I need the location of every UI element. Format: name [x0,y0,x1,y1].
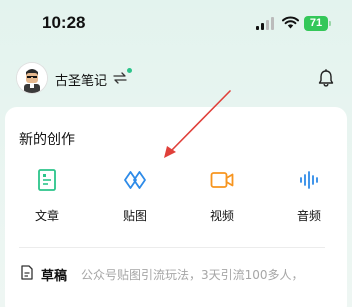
avatar-image [17,63,47,93]
wifi-icon [282,16,299,29]
battery-level: 71 [304,16,328,31]
create-video-button[interactable]: 视频 [192,165,252,225]
article-icon [38,169,56,191]
battery-cap [329,21,331,26]
bell-icon[interactable] [318,69,334,87]
online-status-dot [127,68,132,73]
username[interactable]: 古圣笔记 [55,70,107,89]
tool-label: 文章 [34,209,59,223]
status-bar: 10:28 71 [0,0,352,46]
create-image-post-button[interactable]: 贴图 [105,165,165,225]
draft-row[interactable]: 草稿 公众号贴图引流玩法，3天引流100多人， [19,262,349,286]
tool-label: 视频 [209,209,234,223]
battery-icon: 71 [304,16,332,31]
create-article-button[interactable]: 文章 [17,165,77,225]
draft-label: 草稿 [41,269,68,284]
status-time: 10:28 [42,13,86,32]
section-title: 新的创作 [19,132,75,148]
tool-label: 音频 [296,209,321,223]
audio-icon [300,171,318,189]
signal-icon [256,17,274,30]
draft-document-icon [21,265,33,280]
divider [19,247,325,248]
video-icon [210,172,234,188]
switch-account-icon[interactable] [113,72,127,84]
avatar[interactable] [17,63,47,93]
draft-preview-text: 公众号贴图引流玩法，3天引流100多人， [81,268,304,282]
tool-label: 贴图 [122,209,147,223]
image-post-icon [124,171,146,189]
create-audio-button[interactable]: 音频 [279,165,339,225]
